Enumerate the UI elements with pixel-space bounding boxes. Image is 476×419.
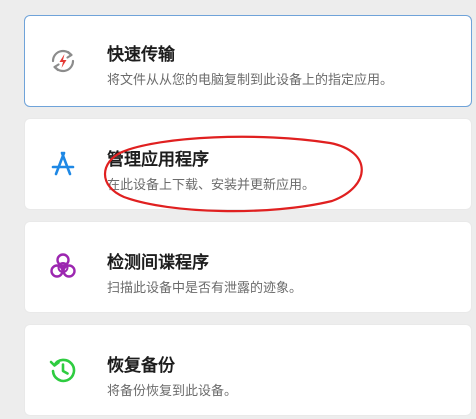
restore-clock-icon — [47, 354, 79, 386]
option-card-manage-apps[interactable]: 管理应用程序 在此设备上下载、安装并更新应用。 — [24, 118, 472, 210]
option-title: 管理应用程序 — [107, 150, 209, 170]
option-title: 快速传输 — [107, 45, 175, 65]
quick-transfer-icon — [47, 45, 79, 77]
option-description: 在此设备上下载、安装并更新应用。 — [107, 178, 316, 193]
option-card-restore-backup[interactable]: 恢复备份 将备份恢复到此设备。 — [24, 324, 472, 416]
option-card-spyware-check[interactable]: 检测间谍程序 扫描此设备中是否有泄露的迹象。 — [24, 221, 472, 313]
options-page: 快速传输 将文件从从您的电脑复制到此设备上的指定应用。 管理应用程序 在此设备上… — [0, 0, 476, 419]
option-description: 扫描此设备中是否有泄露的迹象。 — [107, 281, 303, 296]
option-title: 恢复备份 — [107, 356, 175, 376]
option-card-quick-transfer[interactable]: 快速传输 将文件从从您的电脑复制到此设备上的指定应用。 — [24, 15, 472, 107]
option-title: 检测间谍程序 — [107, 253, 209, 273]
option-description: 将备份恢复到此设备。 — [107, 384, 238, 399]
app-store-icon — [47, 148, 79, 180]
option-description: 将文件从从您的电脑复制到此设备上的指定应用。 — [107, 73, 394, 88]
biohazard-icon — [47, 251, 79, 283]
